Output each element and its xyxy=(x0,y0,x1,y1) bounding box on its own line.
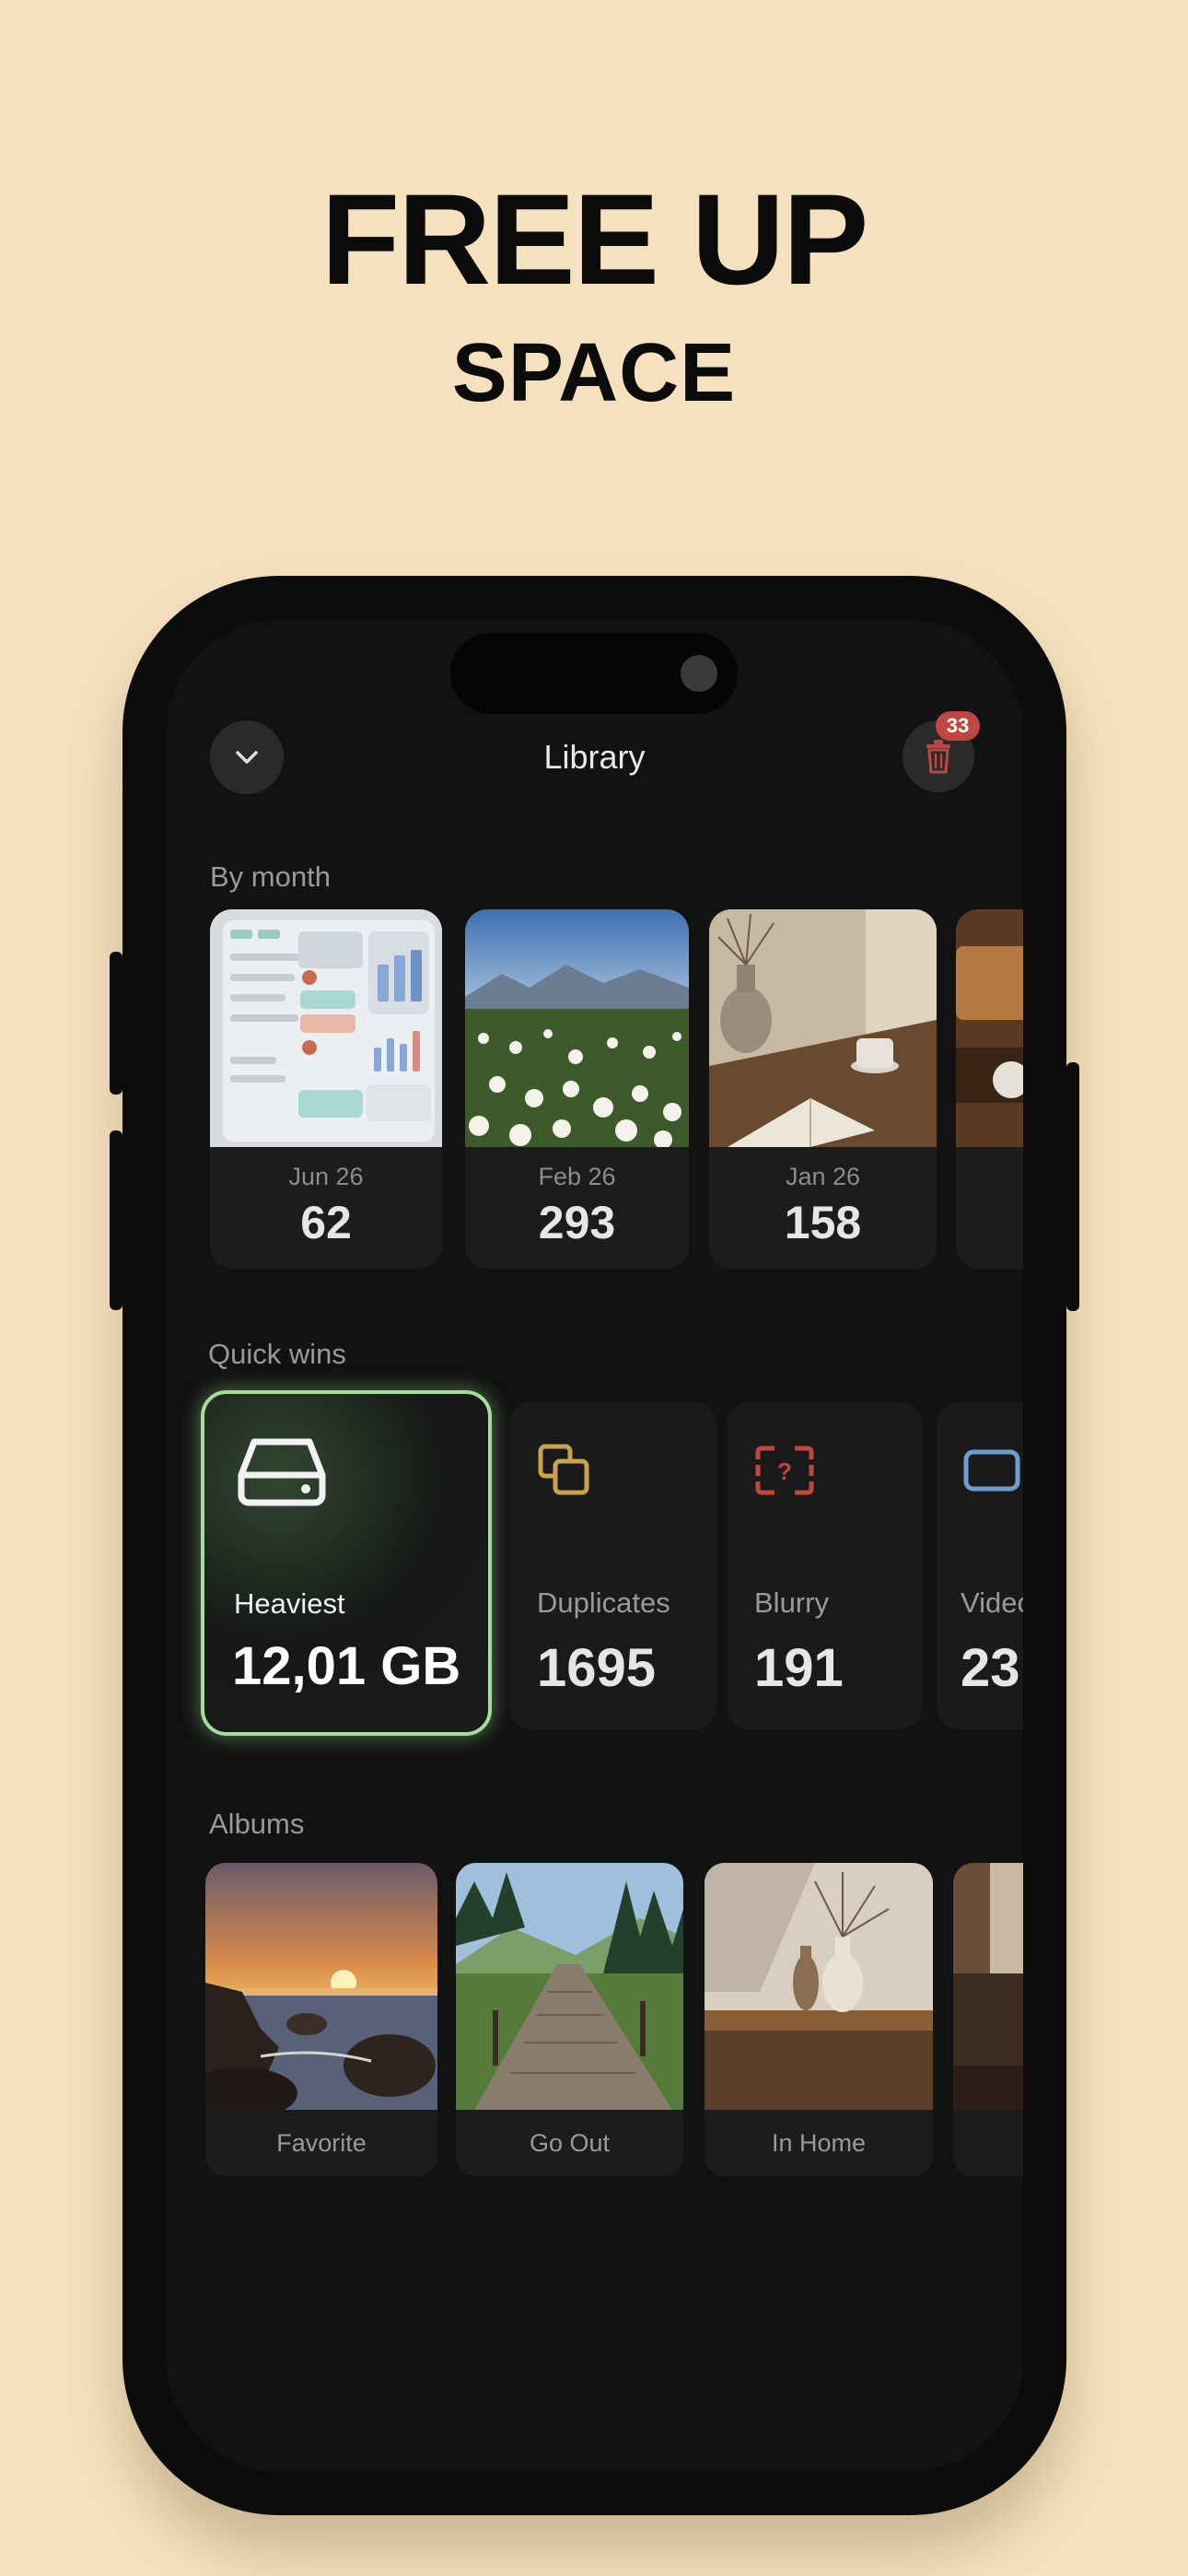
quick-win-value: 23 xyxy=(961,1638,1020,1698)
month-count: 158 xyxy=(784,1197,862,1248)
trash-button[interactable]: 33 xyxy=(903,711,980,792)
quick-win-duplicates[interactable]: Duplicates 1695 xyxy=(509,1402,716,1729)
month-card[interactable]: Jan 26 158 xyxy=(709,909,937,1269)
hard-drive-icon xyxy=(238,1438,326,1506)
phone-side-button xyxy=(1066,1062,1079,1311)
album-thumbnail xyxy=(205,1863,437,2110)
phone-screen: Library 33 By month Jun 26 62 Feb 26 293… xyxy=(166,619,1023,2472)
album-card[interactable]: In Home xyxy=(705,1863,933,2176)
quick-win-label: Blurry xyxy=(754,1587,829,1619)
trash-count-badge: 33 xyxy=(936,711,980,741)
month-thumbnail xyxy=(956,909,1023,1147)
month-count: 62 xyxy=(300,1197,352,1248)
month-thumbnail xyxy=(709,909,937,1147)
quick-win-label: Videos xyxy=(961,1587,1023,1619)
album-card[interactable]: Go Out xyxy=(456,1863,683,2176)
album-name: In Home xyxy=(771,2129,867,2157)
section-label-albums: Albums xyxy=(209,1808,305,1840)
month-thumbnail xyxy=(465,909,689,1147)
quick-win-value: 1695 xyxy=(537,1638,657,1698)
blurry-icon: ? xyxy=(755,1446,814,1495)
quick-win-blurry[interactable]: ? Blurry 191 xyxy=(727,1402,922,1729)
month-count: 293 xyxy=(538,1197,616,1248)
album-thumbnail xyxy=(953,1863,1023,2110)
month-card[interactable]: Feb 26 293 xyxy=(465,909,689,1269)
quick-win-heaviest[interactable]: Heaviest 12,01 GB xyxy=(201,1390,492,1736)
quick-win-label: Heaviest xyxy=(234,1587,345,1620)
section-label-by-month: By month xyxy=(210,861,331,893)
album-thumbnail xyxy=(456,1863,683,2110)
phone-side-button xyxy=(110,952,122,1095)
month-date: Jan 26 xyxy=(785,1163,861,1190)
album-name: Favorite xyxy=(276,2129,367,2157)
album-name: Go Out xyxy=(529,2129,611,2157)
dynamic-island xyxy=(450,633,738,714)
page-title: Library xyxy=(543,738,646,776)
album-thumbnail xyxy=(705,1863,933,2110)
video-icon xyxy=(963,1449,1020,1492)
month-card[interactable]: Jun 26 62 xyxy=(210,909,442,1269)
album-card[interactable] xyxy=(953,1863,1023,2176)
month-date: Jun 26 xyxy=(288,1163,364,1190)
month-card[interactable] xyxy=(956,909,1023,1269)
trash-icon xyxy=(926,740,950,774)
camera-dot xyxy=(681,655,717,692)
quick-win-videos[interactable]: Videos 23 xyxy=(937,1402,1023,1729)
phone-frame: Library 33 By month Jun 26 62 Feb 26 293… xyxy=(110,576,1079,2515)
quick-win-value: 191 xyxy=(754,1638,844,1698)
month-date: Feb 26 xyxy=(538,1163,616,1190)
svg-text:?: ? xyxy=(777,1458,792,1485)
promo-headline: FREE UP xyxy=(320,167,869,311)
promo-subheadline: SPACE xyxy=(451,327,737,419)
phone-side-button xyxy=(110,1130,122,1310)
quick-win-value: 12,01 GB xyxy=(232,1636,461,1696)
quick-win-label: Duplicates xyxy=(537,1587,670,1619)
section-label-quick-wins: Quick wins xyxy=(208,1338,346,1370)
album-card[interactable]: Favorite xyxy=(205,1863,437,2176)
month-thumbnail xyxy=(210,909,442,1147)
duplicate-icon xyxy=(538,1444,589,1495)
